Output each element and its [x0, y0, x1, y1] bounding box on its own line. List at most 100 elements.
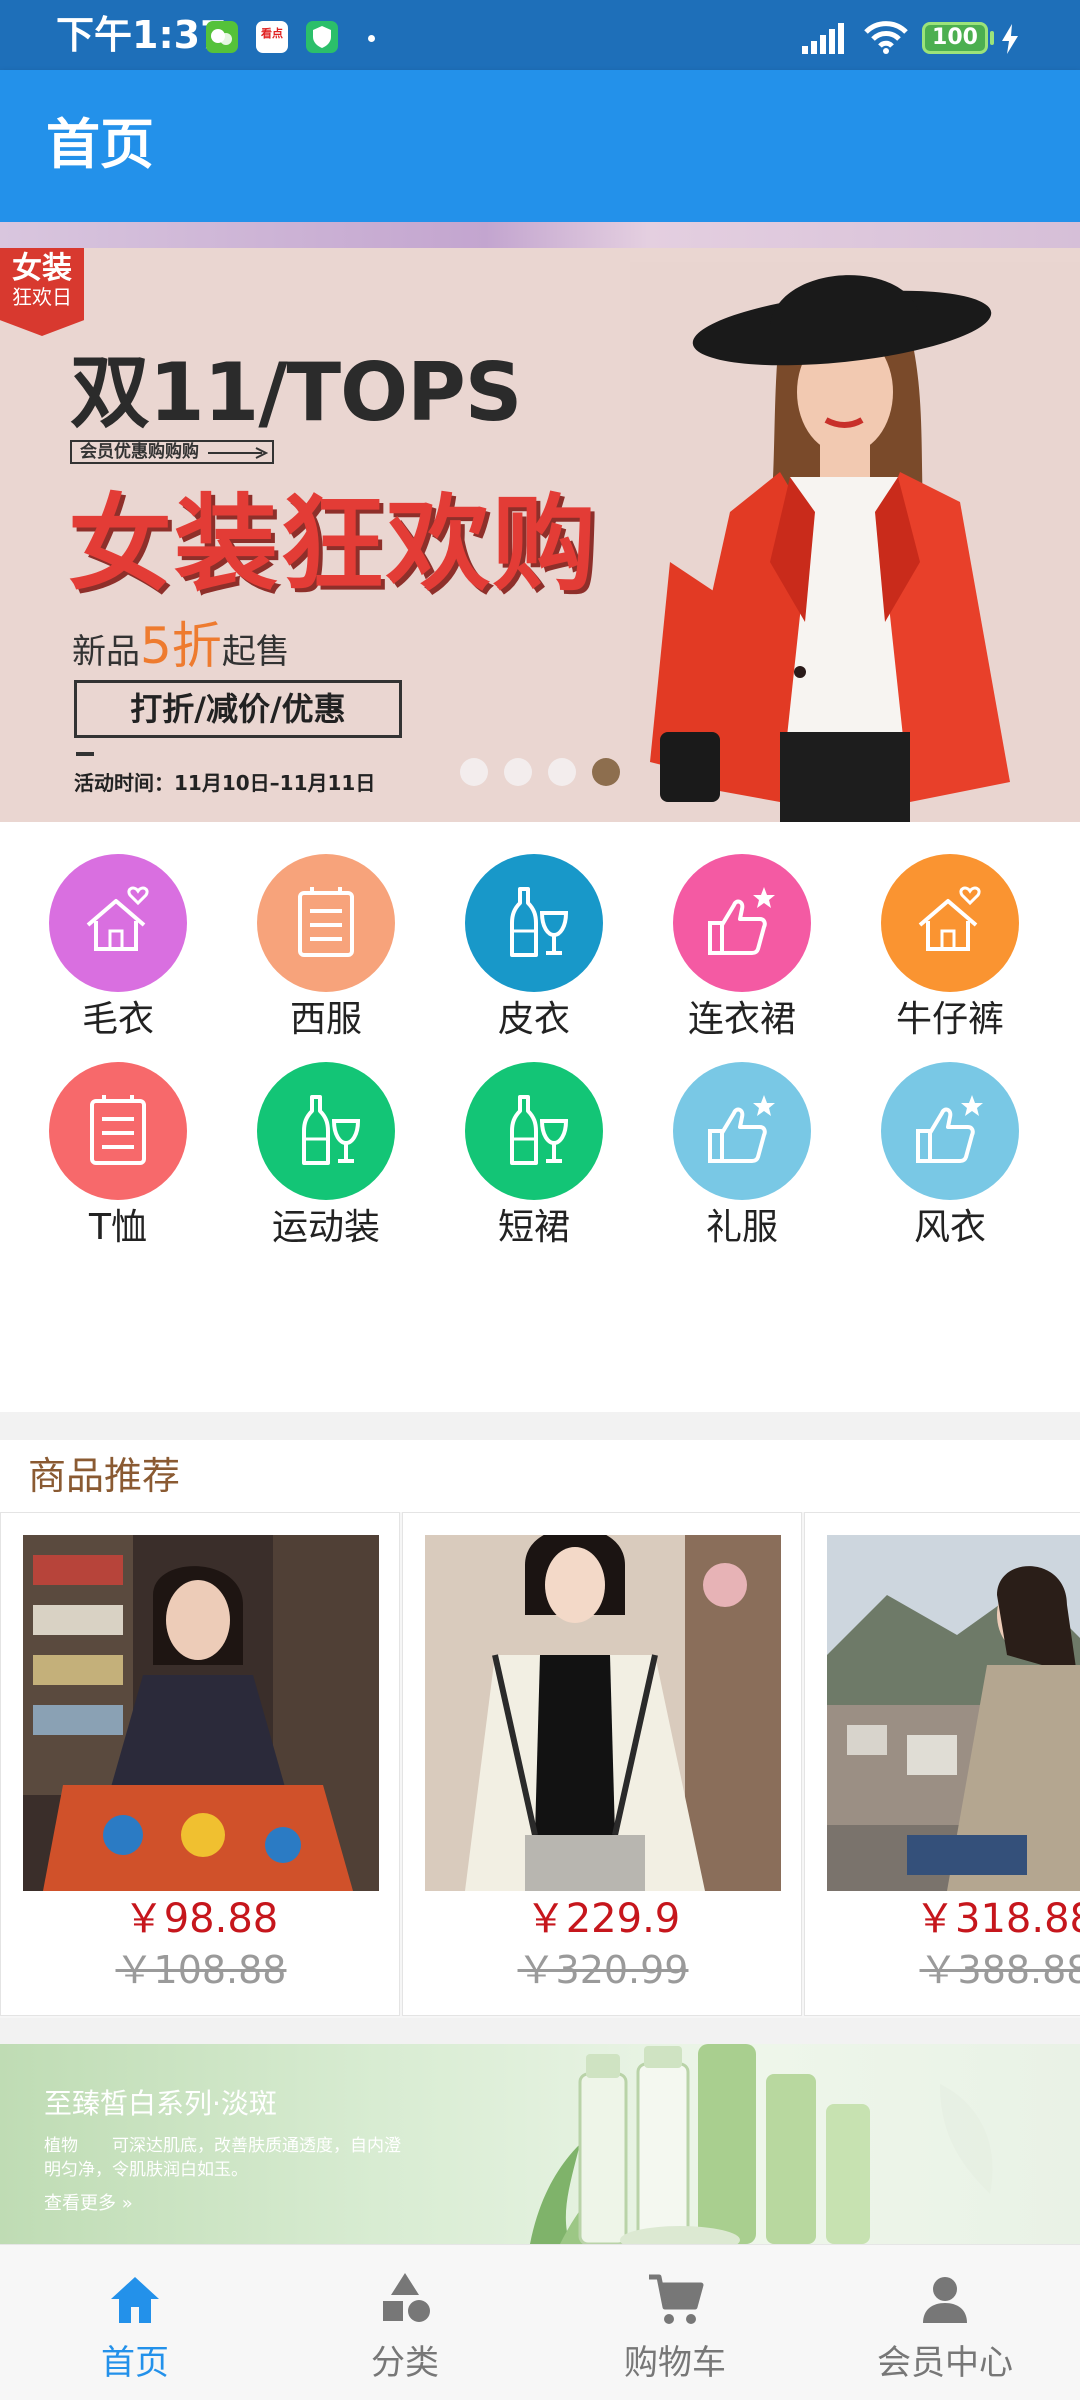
product-price: ￥229.9: [525, 1896, 681, 1942]
category-trench-coat-circle: [881, 1062, 1019, 1200]
banner-subline-text: 会员优惠购购购: [80, 442, 199, 462]
product-price: ￥98.88: [123, 1896, 279, 1942]
banner-discount-line: 新品5折起售: [72, 621, 290, 674]
banner-new-prefix: 新品: [72, 632, 140, 672]
product-price: ￥318.88: [915, 1896, 1080, 1942]
person-icon: [923, 2277, 967, 2323]
section-divider: [0, 1412, 1080, 1440]
house-heart-icon: [918, 886, 981, 951]
arrow-right-icon: [208, 447, 268, 459]
cosmetics-product-image: [530, 2044, 993, 2244]
banner-tag-line-2: 狂欢日: [12, 285, 72, 309]
category-item-dress[interactable]: 连衣裙: [638, 854, 846, 1054]
section-divider: [0, 2018, 1080, 2044]
nav-item-category[interactable]: 分类: [270, 2245, 540, 2400]
banner-date: 活动时间：11月10日–11月11日: [74, 771, 376, 795]
banner-subline: 会员优惠购购购: [70, 440, 274, 464]
banner-dot-1[interactable]: [460, 758, 488, 786]
wechat-notification-icon: [206, 21, 238, 53]
banner-discount-button[interactable]: 打折/减价/优惠: [74, 680, 402, 738]
cart-icon: [649, 2274, 704, 2324]
category-label: 运动装: [271, 1207, 380, 1248]
nav-item-home[interactable]: 首页: [0, 2245, 270, 2400]
charging-bolt-icon: [1002, 24, 1018, 54]
recommend-product-list[interactable]: ￥98.88 ￥108.88 ￥229.9 ￥320.99 ￥318.88 ￥3…: [0, 1512, 1080, 2018]
product-original-price: ￥108.88: [115, 1948, 287, 1992]
signal-icon: [802, 23, 844, 54]
category-shapes-icon: [383, 2273, 430, 2322]
category-item-sweater[interactable]: 毛衣: [14, 854, 222, 1054]
nav-label: 购物车: [624, 2343, 726, 2383]
category-label: 毛衣: [81, 999, 154, 1040]
category-label: 西服: [289, 999, 362, 1040]
product-card[interactable]: ￥98.88 ￥108.88: [0, 1512, 400, 2016]
category-item-leather[interactable]: 皮衣: [430, 854, 638, 1054]
category-leather-circle: [465, 854, 603, 992]
recommend-title: 商品推荐: [28, 1454, 181, 1498]
thumbs-up-star-icon: [916, 1095, 983, 1163]
security-shield-notification-icon: [306, 21, 338, 53]
category-item-sportswear[interactable]: 运动装: [222, 1062, 430, 1262]
nav-item-cart[interactable]: 购物车: [540, 2245, 810, 2400]
category-item-tshirt[interactable]: T恤: [14, 1062, 222, 1262]
home-icon: [111, 2277, 159, 2323]
banner-new-highlight: 5折: [140, 617, 222, 675]
category-label: 皮衣: [497, 999, 570, 1040]
product-original-price: ￥320.99: [517, 1948, 689, 1992]
promo-banner-carousel[interactable]: 女装 狂欢日 双11/TOPS 会员优惠购购购 女装狂欢购 新品5折起售 打折/…: [0, 222, 1080, 822]
product-card[interactable]: ￥229.9 ￥320.99: [402, 1512, 802, 2016]
cosmetics-promo-banner[interactable]: 至臻皙白系列·淡斑 植物 可深达肌底，改善肤质通透度，自内澄明匀净，令肌肤润白如…: [0, 2044, 1080, 2244]
banner-new-suffix: 起售: [221, 632, 290, 672]
nav-item-member-center[interactable]: 会员中心: [810, 2245, 1080, 2400]
category-item-skirt[interactable]: 短裙: [430, 1062, 638, 1262]
category-tshirt-circle: [49, 1062, 187, 1200]
bottle-glass-icon: [510, 1095, 569, 1165]
banner-top-strip: [0, 222, 1080, 248]
nav-label: 分类: [371, 2343, 439, 2383]
banner-tag-line-1: 女装: [12, 251, 72, 286]
house-heart-icon: [86, 886, 149, 951]
product-card[interactable]: ￥318.88 ￥388.88: [804, 1512, 1080, 2016]
banner-dot-2[interactable]: [504, 758, 532, 786]
category-dress-circle: [673, 854, 811, 992]
category-label: T恤: [89, 1207, 147, 1248]
category-label: 礼服: [705, 1207, 778, 1248]
category-item-jeans[interactable]: 牛仔裤: [846, 854, 1054, 1054]
promo-more-link[interactable]: 查看更多 »: [44, 2192, 133, 2216]
banner-dot-4[interactable]: [592, 758, 620, 786]
page-title: 首页: [46, 113, 154, 176]
battery-cap: [990, 31, 994, 45]
promo-title: 至臻皙白系列·淡斑: [44, 2087, 277, 2120]
category-label: 风衣: [913, 1207, 986, 1248]
status-more-dot: [368, 35, 375, 42]
category-grid: 毛衣 西服 皮衣 连衣裙 牛仔裤 T恤 运动装 短裙 礼服 风衣: [0, 832, 1080, 1412]
category-gown-circle: [673, 1062, 811, 1200]
category-item-trench-coat[interactable]: 风衣: [846, 1062, 1054, 1262]
banner-divider: [76, 752, 94, 756]
status-bar: 下午1:37 看点 100: [0, 0, 1080, 70]
category-skirt-circle: [465, 1062, 603, 1200]
battery-indicator: 100: [922, 22, 988, 54]
app-bar: 首页: [0, 70, 1080, 222]
nav-label: 首页: [101, 2343, 169, 2383]
promo-description: 植物 可深达肌底，改善肤质通透度，自内澄明匀净，令肌肤润白如玉。: [44, 2136, 401, 2180]
status-time: 下午1:37: [56, 13, 227, 57]
product-image: [425, 1535, 781, 1891]
banner-dot-3[interactable]: [548, 758, 576, 786]
bottle-glass-icon: [510, 887, 569, 957]
nav-label: 会员中心: [877, 2343, 1013, 2383]
recommend-header: 商品推荐: [0, 1440, 1080, 1514]
banner-pagination: [460, 758, 620, 786]
category-sweater-circle: [49, 854, 187, 992]
banner-big-text: 女装狂欢购: [68, 483, 599, 605]
wifi-icon: [864, 21, 908, 54]
clipboard-list-icon: [298, 887, 354, 957]
category-label: 牛仔裤: [895, 999, 1004, 1040]
news-app-badge-text: 看点: [261, 27, 283, 40]
category-item-suit[interactable]: 西服: [222, 854, 430, 1054]
banner-model-image: [630, 262, 1080, 822]
category-item-gown[interactable]: 礼服: [638, 1062, 846, 1262]
category-suit-circle: [257, 854, 395, 992]
product-image: [827, 1535, 1080, 1891]
category-label: 连衣裙: [687, 999, 796, 1040]
